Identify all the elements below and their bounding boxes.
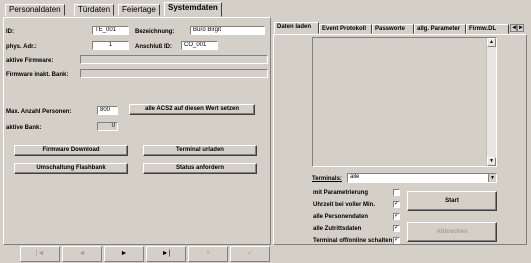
nav-first-button[interactable]: |◄: [20, 246, 60, 262]
phys-adr-field[interactable]: 1: [92, 41, 129, 50]
parametrierung-checkbox[interactable]: [393, 189, 400, 196]
set-all-acs2-button[interactable]: alle ACS2 auf diesen Wert setzen: [129, 104, 255, 115]
option-label-parametrierung: mit Parametrierung: [313, 190, 369, 196]
terminal-reload-button[interactable]: Terminal urladen: [143, 145, 257, 156]
option-label-terminal-online: Terminal off/online schalten: [313, 238, 393, 244]
aktive-bank-label: aktive Bank:: [6, 125, 42, 131]
start-button[interactable]: Start: [407, 191, 497, 211]
chevron-left-icon[interactable]: ◄: [510, 24, 517, 32]
aktive-firmware-field: [80, 55, 268, 64]
firmware-inakt-bank-label: Firmware inakt. Bank:: [6, 72, 69, 78]
tab-systemdaten[interactable]: Systemdaten: [164, 2, 222, 17]
tab-feiertage[interactable]: Feiertage: [118, 4, 160, 16]
tab-tuerdaten[interactable]: Türdaten: [74, 4, 115, 16]
option-label-zutrittsdaten: alle Zutrittsdaten: [313, 226, 362, 232]
tab-allg-parameter[interactable]: allg. Parameter: [414, 24, 466, 34]
tab-daten-laden[interactable]: Daten laden: [274, 22, 319, 34]
tab-passworte[interactable]: Passworte: [372, 24, 414, 34]
scroll-down-icon[interactable]: ▼: [487, 157, 496, 166]
phys-adr-label: phys. Adr.:: [6, 44, 37, 50]
bezeichnung-field[interactable]: Büro Birgit: [190, 26, 265, 35]
terminals-select-value: alle: [350, 174, 360, 180]
nav-next-button[interactable]: ►: [104, 246, 144, 262]
abort-button[interactable]: Abbrechen: [407, 222, 497, 242]
anschluss-id-label: Anschluß ID:: [135, 44, 172, 50]
firmware-inakt-bank-field: [80, 69, 268, 78]
zutrittsdaten-checkbox[interactable]: ✓: [393, 225, 400, 232]
tab-event-protokoll[interactable]: Event Protokoll: [319, 24, 372, 34]
system-data-panel: [3, 17, 271, 245]
max-persons-field[interactable]: 800: [97, 106, 118, 115]
personendaten-checkbox[interactable]: ✓: [393, 213, 400, 220]
firmware-download-button[interactable]: Firmware Download: [14, 145, 128, 156]
nav-prev-button[interactable]: ◄: [62, 246, 102, 262]
id-label: ID:: [6, 29, 14, 35]
nav-post-button[interactable]: ✓: [230, 246, 270, 262]
chevron-down-icon[interactable]: ▼: [488, 174, 496, 182]
aktive-bank-field: 0: [97, 122, 118, 131]
option-label-personendaten: alle Personendaten: [313, 214, 369, 220]
flash-switch-button[interactable]: Umschaltung Flashbank: [14, 163, 128, 174]
scroll-up-icon[interactable]: ▲: [487, 38, 496, 47]
chevron-right-icon[interactable]: ►: [517, 24, 524, 32]
log-scrollbar[interactable]: ▲ ▼: [486, 38, 496, 166]
anschluss-id-field[interactable]: CO_001: [181, 41, 218, 50]
tab-scroll-arrows[interactable]: ◄►: [510, 24, 526, 33]
aktive-firmware-label: aktive Firmware:: [6, 58, 54, 64]
bezeichnung-label: Bezeichnung:: [135, 29, 175, 35]
terminal-online-checkbox[interactable]: ✓: [393, 237, 400, 244]
terminals-select[interactable]: alle ▼: [347, 173, 497, 183]
max-persons-label: Max. Anzahl Personen:: [6, 109, 72, 115]
tab-firmw-dl[interactable]: Firmw.DL: [466, 24, 509, 34]
id-field[interactable]: TE_001: [92, 26, 129, 35]
nav-last-button[interactable]: ►|: [146, 246, 186, 262]
nav-insert-button[interactable]: +: [188, 246, 228, 262]
tab-personaldaten[interactable]: Personaldaten: [5, 4, 65, 16]
status-request-button[interactable]: Status anfordern: [143, 163, 257, 174]
log-list[interactable]: [312, 37, 497, 167]
option-label-uhrzeit: Uhrzeit bei voller Min.: [313, 202, 376, 208]
uhrzeit-checkbox[interactable]: ✓: [393, 201, 400, 208]
terminals-label: Terminals:: [312, 176, 342, 182]
